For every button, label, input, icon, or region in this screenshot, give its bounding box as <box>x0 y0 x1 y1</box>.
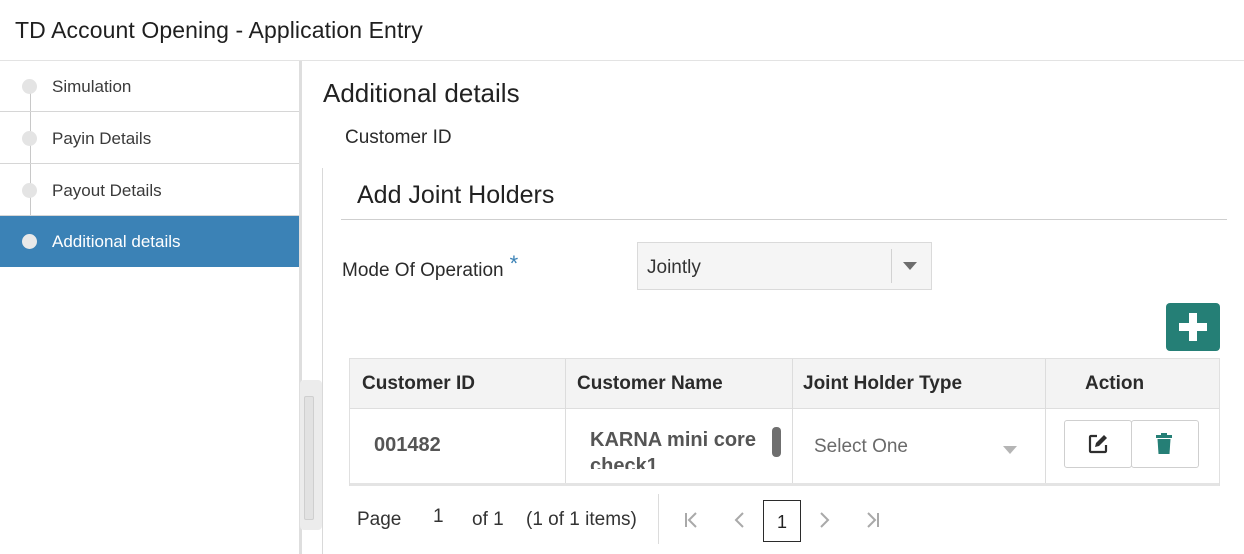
mode-of-operation-label: Mode Of Operation * <box>342 251 518 282</box>
sidebar-item-label: Payin Details <box>52 129 152 148</box>
chevron-down-icon[interactable] <box>1003 446 1017 454</box>
sidebar-item-label: Payout Details <box>52 181 162 200</box>
row-customer-name-container: KARNA mini core check1 <box>566 425 781 469</box>
sidebar-item-payout-details[interactable]: Payout Details <box>0 165 299 216</box>
add-joint-holder-button[interactable] <box>1166 303 1220 351</box>
mode-of-operation-select[interactable]: Jointly <box>637 242 932 290</box>
pager-of-label: of 1 <box>472 509 504 530</box>
next-page-icon[interactable] <box>819 510 831 530</box>
pager-divider <box>658 494 659 544</box>
edit-icon <box>1088 434 1108 454</box>
header-joint-holder-type: Joint Holder Type <box>803 373 963 394</box>
step-dot-icon <box>22 234 37 249</box>
title-bar: TD Account Opening - Application Entry <box>0 0 1244 61</box>
required-marker: * <box>509 251 519 276</box>
sidebar-item-simulation[interactable]: Simulation <box>0 61 299 112</box>
row-divider <box>350 483 1219 486</box>
row-customer-name: KARNA mini core check1 <box>590 429 756 469</box>
header-customer-name: Customer Name <box>577 373 723 394</box>
header-customer-id: Customer ID <box>362 373 475 394</box>
joint-holder-type-select[interactable]: Select One <box>814 436 908 458</box>
plus-icon-vertical <box>1189 313 1197 341</box>
sidebar-item-payin-details[interactable]: Payin Details <box>0 113 299 164</box>
chevron-down-icon[interactable] <box>903 262 917 270</box>
sidebar-item-label: Simulation <box>52 77 132 96</box>
last-page-icon[interactable] <box>866 510 880 530</box>
prev-page-icon[interactable] <box>733 510 745 530</box>
column-divider <box>792 359 793 485</box>
header-action: Action <box>1085 373 1145 394</box>
panel-divider <box>322 168 323 554</box>
sidebar: Simulation Payin Details Payout Details … <box>0 61 299 554</box>
window-title: TD Account Opening - Application Entry <box>15 17 423 43</box>
page-title: Additional details <box>323 78 520 108</box>
mode-of-operation-label-text: Mode Of Operation <box>342 260 504 281</box>
current-page-number: 1 <box>776 512 787 532</box>
select-separator <box>891 249 892 283</box>
customer-id-label: Customer ID <box>345 127 452 148</box>
sidebar-item-additional-details[interactable]: Additional details <box>0 216 299 267</box>
trash-icon <box>1156 433 1172 454</box>
row-customer-id: 001482 <box>374 434 441 456</box>
panel-title-divider <box>341 219 1227 220</box>
step-dot-icon <box>22 131 37 146</box>
panel-title: Add Joint Holders <box>357 181 555 209</box>
current-page-button[interactable]: 1 <box>763 500 801 542</box>
pager-page-input[interactable]: 1 <box>433 506 444 528</box>
sidebar-item-label: Additional details <box>52 232 181 251</box>
first-page-icon[interactable] <box>684 510 698 530</box>
scrollbar-thumb[interactable] <box>304 396 314 520</box>
step-dot-icon <box>22 183 37 198</box>
pager-items-count: (1 of 1 items) <box>526 509 637 530</box>
delete-row-button[interactable] <box>1131 420 1199 468</box>
edit-row-button[interactable] <box>1064 420 1132 468</box>
column-divider <box>1045 359 1046 485</box>
mode-of-operation-value: Jointly <box>647 257 701 278</box>
step-dot-icon <box>22 79 37 94</box>
cell-scrollbar[interactable] <box>772 427 781 457</box>
pager-page-label: Page <box>357 509 402 530</box>
